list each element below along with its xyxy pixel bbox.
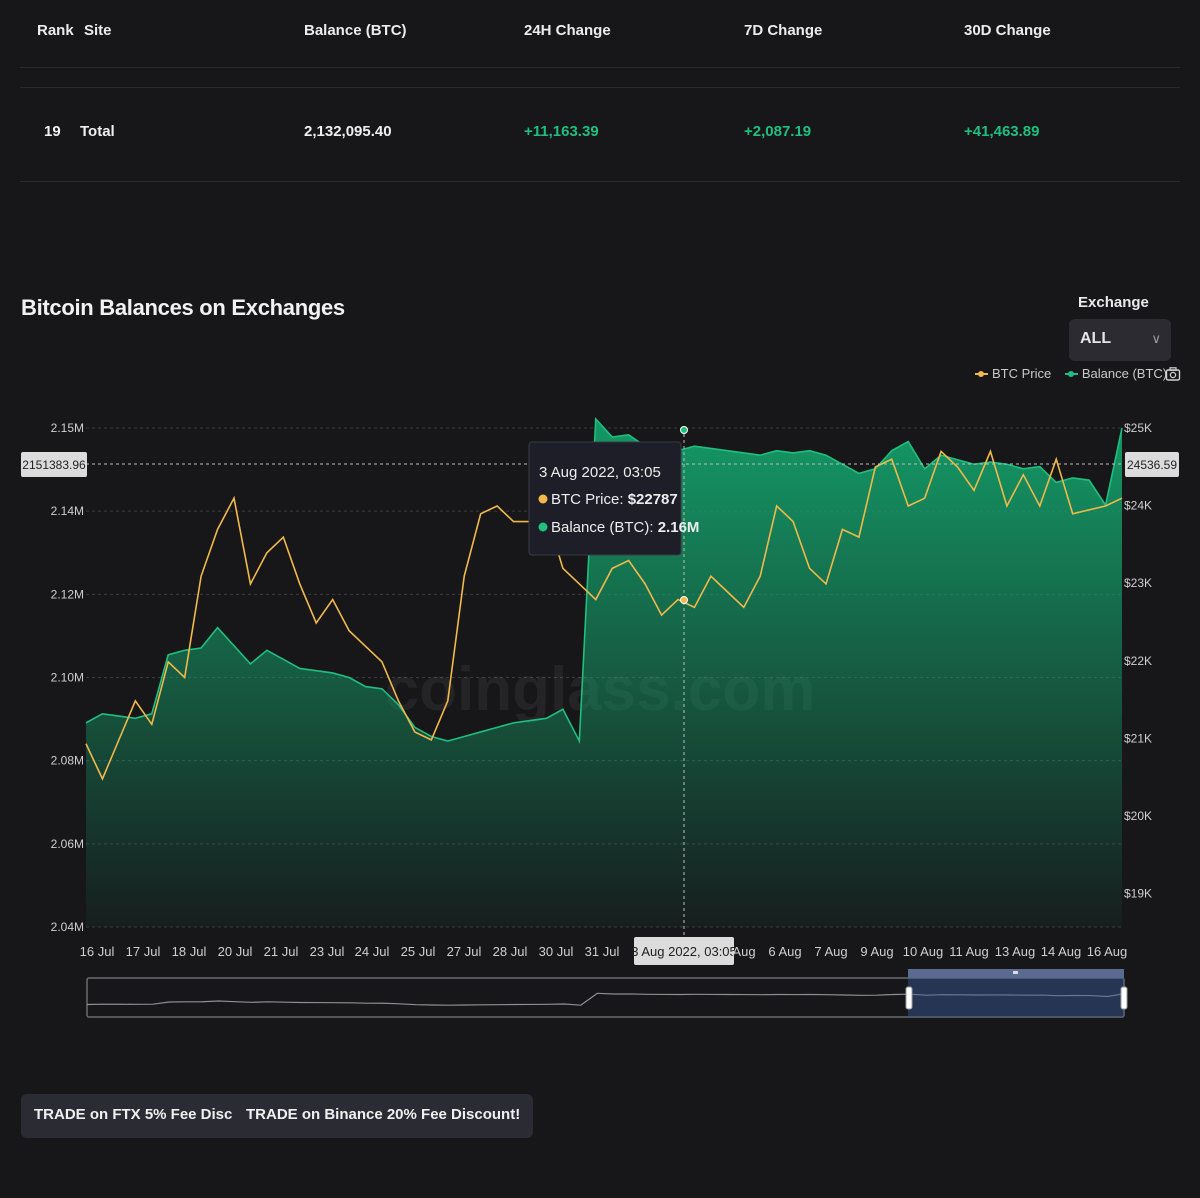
chevron-down-icon: ∨: [1151, 331, 1161, 346]
navigator-right-handle[interactable]: [1120, 986, 1128, 1010]
legend-label: Balance (BTC): [1081, 366, 1168, 381]
y-right-tick-label: $21K: [1124, 731, 1152, 745]
x-axis: 16 Jul 17 Jul 18 Jul 20 Jul 21 Jul 23 Jul 24 J…: [80, 937, 1128, 965]
legend-label: BTC Price: [992, 366, 1052, 381]
header-rank[interactable]: Rank: [37, 22, 74, 39]
crosshair-left-label: 2151383.96: [22, 458, 86, 472]
x-tick-label: 10 Aug: [903, 944, 944, 959]
x-tick-label: 11 Aug: [949, 944, 989, 959]
y-right-tick-label: $22K: [1124, 654, 1152, 668]
y-right-tick-label: $23K: [1124, 576, 1152, 590]
row-30d-change: +41,463.89: [964, 123, 1040, 140]
table-row[interactable]: 19 Total 2,132,095.40 +11,163.39 +2,087.…: [20, 87, 1180, 182]
legend-item-btc-price[interactable]: BTC Price: [975, 366, 1051, 381]
tooltip-balance-dot: [538, 522, 548, 532]
header-24h-change[interactable]: 24H Change: [524, 22, 611, 39]
x-tick-label: 25 Jul: [401, 944, 436, 959]
header-site[interactable]: Site: [84, 22, 112, 39]
row-24h-change: +11,163.39: [524, 123, 599, 140]
row-site: Total: [80, 123, 115, 140]
navigator-selection[interactable]: [908, 978, 1124, 1017]
x-tick-label: 7 Aug: [814, 944, 847, 959]
row-rank: 19: [44, 123, 61, 140]
x-tick-label: 31 Jul: [585, 944, 620, 959]
tooltip-price-label: BTC Price: $22787: [551, 491, 678, 508]
balance-chart[interactable]: coinglass.com 2.15M2.14M2.12M2.10M2.08M2…: [0, 400, 1200, 1030]
chart-legend: BTC Price Balance (BTC): [975, 366, 1177, 381]
header-30d-change[interactable]: 30D Change: [964, 22, 1051, 39]
table-header: Rank Site Balance (BTC) 24H Change 7D Ch…: [20, 0, 1180, 68]
x-tick-label: 13 Aug: [995, 944, 1036, 959]
exchange-balance-table: Rank Site Balance (BTC) 24H Change 7D Ch…: [20, 0, 1180, 182]
chart-title: Bitcoin Balances on Exchanges: [21, 295, 345, 320]
x-tick-label: 27 Jul: [447, 944, 482, 959]
y-left-tick-label: 2.08M: [51, 754, 84, 768]
x-tick-label: 16 Jul: [80, 944, 115, 959]
crosshair-right-label: 24536.59: [1127, 458, 1177, 472]
x-tick-label: 17 Jul: [126, 944, 161, 959]
y-axis-right: $25K $24K $23K $22K $21K $20K $19K: [1124, 421, 1152, 901]
y-left-tick-label: 2.04M: [51, 920, 84, 934]
x-tick-label: 9 Aug: [860, 944, 893, 959]
legend-marker-icon: [1064, 370, 1078, 378]
x-tick-label: 18 Jul: [172, 944, 207, 959]
header-7d-change[interactable]: 7D Change: [744, 22, 822, 39]
tooltip-price-dot: [538, 494, 548, 504]
exchange-select-value: ALL: [1080, 330, 1112, 347]
navigator-grip-icon: [1013, 971, 1018, 974]
y-right-tick-label: $20K: [1124, 809, 1152, 823]
legend-item-balance[interactable]: Balance (BTC): [1064, 366, 1168, 381]
x-tick-label: Aug: [732, 944, 755, 959]
price-point-marker: [680, 596, 688, 604]
y-left-tick-label: 2.12M: [51, 587, 84, 601]
y-right-tick-label: $24K: [1124, 499, 1152, 513]
tooltip: 3 Aug 2022, 03:05 BTC Price: $22787 Bala…: [528, 441, 699, 556]
y-right-tick-label: $25K: [1124, 421, 1152, 435]
balance-point-marker: [680, 426, 688, 434]
x-tick-label: 28 Jul: [493, 944, 528, 959]
x-tick-label: 24 Jul: [355, 944, 390, 959]
exchange-select[interactable]: ALL ∨: [1069, 319, 1171, 361]
tooltip-date: 3 Aug 2022, 03:05: [539, 464, 661, 481]
row-balance: 2,132,095.40: [304, 123, 392, 140]
legend-marker-icon: [975, 370, 988, 378]
row-7d-change: +2,087.19: [744, 123, 812, 140]
navigator-left-handle[interactable]: [905, 986, 913, 1010]
x-tick-label: 21 Jul: [264, 944, 299, 959]
x-tick-label: 20 Jul: [218, 944, 253, 959]
tooltip-balance-label: Balance (BTC): 2.16M: [551, 519, 699, 536]
x-tick-label: 16 Aug: [1087, 944, 1128, 959]
y-left-tick-label: 2.15M: [51, 421, 84, 435]
x-tick-label: 3 Aug 2022, 03:05: [631, 944, 737, 959]
y-left-tick-label: 2.10M: [51, 671, 84, 685]
exchange-label: Exchange: [1078, 294, 1149, 311]
binance-trade-button[interactable]: TRADE on Binance 20% Fee Discount!: [233, 1094, 534, 1138]
y-left-tick-label: 2.14M: [51, 504, 84, 518]
header-balance[interactable]: Balance (BTC): [304, 22, 407, 39]
x-tick-label: 6 Aug: [768, 944, 801, 959]
y-left-tick-label: 2.06M: [51, 837, 84, 851]
x-tick-label: 30 Jul: [539, 944, 574, 959]
y-axis-left: 2.15M 2.14M 2.12M 2.10M 2.08M 2.06M 2.04M: [51, 421, 84, 934]
x-tick-label: 14 Aug: [1041, 944, 1082, 959]
x-tick-label: 23 Jul: [310, 944, 345, 959]
camera-icon[interactable]: [1165, 366, 1181, 385]
range-navigator[interactable]: [86, 969, 1128, 1018]
y-right-tick-label: $19K: [1124, 887, 1152, 901]
